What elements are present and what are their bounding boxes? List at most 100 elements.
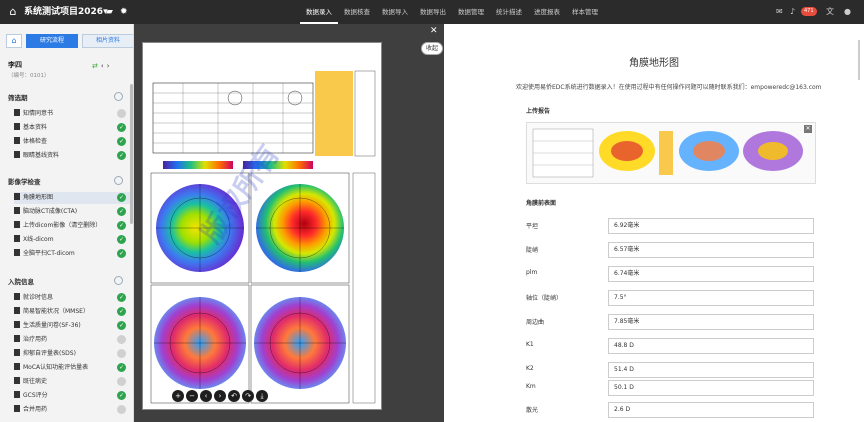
nav-data-check[interactable]: 数据核查 <box>338 0 376 24</box>
list-item[interactable]: 全脑平扫CT-dicom ✓ <box>14 248 130 260</box>
list-item[interactable]: 抑郁自评量表(SDS) <box>14 348 130 360</box>
gear-icon[interactable]: ✹ <box>120 5 128 19</box>
welcome-text: 欢迎使用易侨EDC系统进行数据录入！在使用过程中有任何操作问题可以随时联系我们：… <box>516 84 822 91</box>
document-icon <box>14 235 20 242</box>
sidebar-scrollbar[interactable] <box>130 84 133 224</box>
nav-sample-manage[interactable]: 样本管理 <box>566 0 604 24</box>
nav-data-entry[interactable]: 数据录入 <box>300 0 338 24</box>
list-item-label: 抑郁自评量表(SDS) <box>23 350 76 357</box>
tab-research-flow[interactable]: 研究流程 <box>26 34 78 48</box>
field-label: 陡峭 <box>526 247 539 254</box>
bell-icon[interactable]: ♪ <box>790 5 795 19</box>
document-icon <box>14 307 20 314</box>
collapse-button[interactable]: 收起 <box>421 42 443 55</box>
list-item-label: 就诊时信息 <box>23 294 54 301</box>
nav-data-export[interactable]: 数据导出 <box>414 0 452 24</box>
sidebar-home-icon[interactable]: ⌂ <box>6 34 22 48</box>
nav-statistics[interactable]: 统计描述 <box>490 0 528 24</box>
patient-name: 李四 <box>8 61 22 69</box>
group-screening[interactable]: 筛选期 <box>8 92 28 102</box>
check-icon: ✓ <box>117 293 126 302</box>
download-icon[interactable]: ⤓ <box>256 390 268 402</box>
list-item[interactable]: 生活质量问卷(SF-36) ✓ <box>14 320 130 332</box>
project-title[interactable]: 系统测试项目2026▾ <box>24 5 108 19</box>
user-icon[interactable]: ● <box>844 5 851 19</box>
nav-progress-report[interactable]: 进度报表 <box>528 0 566 24</box>
list-item-selected[interactable]: 角膜地形图 ✓ <box>14 192 130 204</box>
list-item[interactable]: 知情同意书 <box>14 108 130 120</box>
values-section-title: 角膜前表面 <box>526 200 557 207</box>
prev-page-icon[interactable]: ‹ <box>200 390 212 402</box>
upload-section-title: 上传报告 <box>526 108 551 115</box>
list-item[interactable]: GCS评分 ✓ <box>14 390 130 402</box>
next-page-icon[interactable]: › <box>214 390 226 402</box>
document-icon <box>14 193 20 200</box>
list-item[interactable]: 眼睛基线资料 ✓ <box>14 150 130 162</box>
list-item[interactable]: 体格检查 ✓ <box>14 136 130 148</box>
page-title: 角膜地形图 <box>629 58 679 69</box>
field-label: plm <box>526 269 538 276</box>
prev-icon[interactable]: ‹ <box>101 62 104 70</box>
report-image: 版权所有 <box>142 42 382 410</box>
list-item-label: MoCA认知功能评估量表 <box>23 364 89 371</box>
next-icon[interactable]: › <box>107 62 110 70</box>
field-input[interactable]: 48.8 D <box>608 338 814 354</box>
list-item-label: 基本资料 <box>23 124 48 131</box>
field-input[interactable]: 7.85毫米 <box>608 314 814 330</box>
home-icon[interactable]: ⌂ <box>6 5 20 19</box>
field-input[interactable]: 51.4 D <box>608 362 814 378</box>
field-row: 散光 2.6 D <box>526 402 816 418</box>
group-status-icon <box>114 176 123 185</box>
translate-icon[interactable]: 文 <box>826 5 834 19</box>
folder-icon[interactable]: ▰ <box>106 5 113 19</box>
field-row: 平坦 6.92毫米 <box>526 218 816 234</box>
list-item[interactable]: 治疗用药 <box>14 334 130 346</box>
remove-upload-icon[interactable]: ✕ <box>804 125 812 133</box>
field-input[interactable]: 6.74毫米 <box>608 266 814 282</box>
list-item[interactable]: 脑动脉CT成像(CTA) ✓ <box>14 206 130 218</box>
list-item[interactable]: MoCA认知功能评估量表 ✓ <box>14 362 130 374</box>
list-item[interactable]: 就诊时信息 ✓ <box>14 292 130 304</box>
field-label: 散光 <box>526 407 539 414</box>
uploaded-report-thumbnail[interactable] <box>526 122 816 184</box>
nav-data-import[interactable]: 数据导入 <box>376 0 414 24</box>
zoom-out-icon[interactable]: − <box>186 390 198 402</box>
list-item-label: 眼睛基线资料 <box>23 152 60 159</box>
zoom-in-icon[interactable]: + <box>172 390 184 402</box>
rotate-right-icon[interactable]: ↷ <box>242 390 254 402</box>
status-pending-icon <box>117 349 126 358</box>
group-admission[interactable]: 入院信息 <box>8 276 34 286</box>
document-icon <box>14 321 20 328</box>
nav-data-manage[interactable]: 数据管理 <box>452 0 490 24</box>
chat-icon[interactable]: ✉ <box>776 5 783 19</box>
status-pending-icon <box>117 109 126 118</box>
list-item[interactable]: 简易智能状况（MMSE） ✓ <box>14 306 130 318</box>
close-icon[interactable]: ✕ <box>430 26 438 36</box>
field-input[interactable]: 6.57毫米 <box>608 242 814 258</box>
list-item[interactable]: 合并用药 <box>14 404 130 416</box>
transfer-icon[interactable]: ⇄ <box>92 62 98 70</box>
field-row: K1 48.8 D <box>526 338 816 354</box>
list-item[interactable]: 既往病史 <box>14 376 130 388</box>
field-input[interactable]: 6.92毫米 <box>608 218 814 234</box>
sidebar-tabs: ⌂ 研究流程 相片资料 <box>6 34 133 48</box>
field-input[interactable]: 2.6 D <box>608 402 814 418</box>
form-scrollbar[interactable] <box>858 40 860 80</box>
check-icon: ✓ <box>117 391 126 400</box>
document-icon <box>14 405 20 412</box>
field-label: K1 <box>526 341 534 348</box>
left-sidebar: ⌂ 研究流程 相片资料 李四 （编号：0101） ⇄ ‹ › 筛选期 知情同意书… <box>0 24 134 422</box>
group-imaging[interactable]: 影像学检查 <box>8 176 41 186</box>
list-item[interactable]: 基本资料 ✓ <box>14 122 130 134</box>
field-input[interactable]: 7.5° <box>608 290 814 306</box>
tab-photo-data[interactable]: 相片资料 <box>82 34 133 48</box>
list-item[interactable]: 上传dicom影像（清空删除） ✓ <box>14 220 130 232</box>
check-icon: ✓ <box>117 363 126 372</box>
list-item-label: 生活质量问卷(SF-36) <box>23 322 81 329</box>
field-input[interactable]: 50.1 D <box>608 380 814 396</box>
list-item[interactable]: X线-dicom ✓ <box>14 234 130 246</box>
field-row: 周边曲 7.85毫米 <box>526 314 816 330</box>
topography-report-graphic <box>150 70 376 404</box>
rotate-left-icon[interactable]: ↶ <box>228 390 240 402</box>
status-pending-icon <box>117 377 126 386</box>
